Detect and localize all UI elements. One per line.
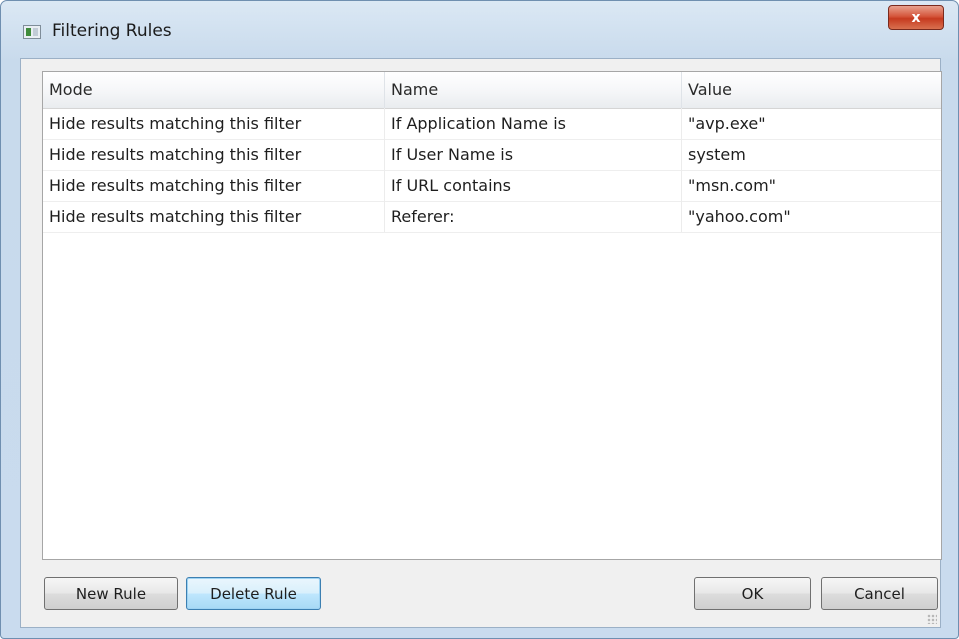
dialog-body: Mode Name Value Hide results matching th…	[20, 58, 942, 628]
list-header: Mode Name Value	[43, 72, 941, 109]
cell-mode: Hide results matching this filter	[43, 201, 385, 232]
table-row[interactable]: Hide results matching this filter Refere…	[43, 201, 941, 233]
dialog-title: Filtering Rules	[52, 21, 172, 41]
cell-name: If URL contains	[385, 170, 682, 201]
cell-value: system	[688, 145, 746, 164]
new-rule-button[interactable]: New Rule	[44, 577, 178, 610]
filtering-rules-dialog: Filtering Rules x Mode Name Value Hide r…	[0, 0, 959, 639]
column-header-value[interactable]: Value	[682, 72, 941, 108]
cell-mode: Hide results matching this filter	[43, 139, 385, 170]
cell-mode: Hide results matching this filter	[43, 108, 385, 139]
cell-value: "yahoo.com"	[688, 207, 791, 226]
cell-name: Referer:	[385, 201, 682, 232]
cell-mode: Hide results matching this filter	[43, 170, 385, 201]
cell-value: "msn.com"	[688, 176, 777, 195]
cell-name: If User Name is	[385, 139, 682, 170]
cancel-button[interactable]: Cancel	[821, 577, 938, 610]
title-bar[interactable]: Filtering Rules x	[1, 1, 958, 59]
column-header-mode[interactable]: Mode	[43, 72, 385, 108]
close-icon: x	[911, 9, 921, 26]
table-row[interactable]: Hide results matching this filter If Use…	[43, 139, 941, 171]
delete-rule-button[interactable]: Delete Rule	[186, 577, 321, 610]
table-row[interactable]: Hide results matching this filter If URL…	[43, 170, 941, 202]
close-button[interactable]: x	[888, 5, 944, 30]
cell-value: "avp.exe"	[688, 114, 766, 133]
resize-grip-icon[interactable]	[927, 614, 937, 624]
column-header-name[interactable]: Name	[385, 72, 682, 108]
cell-name: If Application Name is	[385, 108, 682, 139]
rules-list[interactable]: Mode Name Value Hide results matching th…	[42, 71, 942, 560]
table-row[interactable]: Hide results matching this filter If App…	[43, 108, 941, 140]
app-window-icon	[23, 25, 41, 39]
ok-button[interactable]: OK	[694, 577, 811, 610]
